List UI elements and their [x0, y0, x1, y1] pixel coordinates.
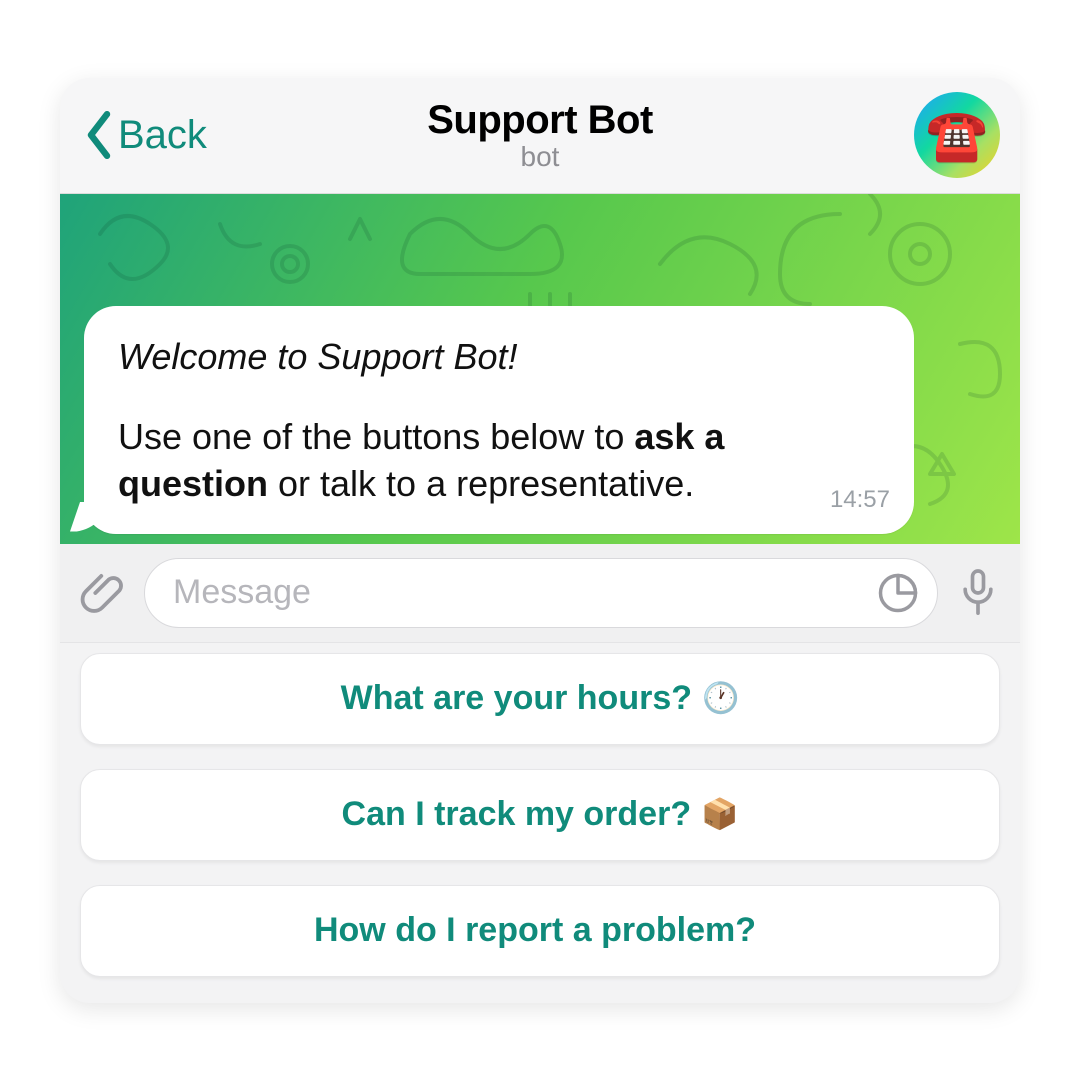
back-button[interactable]: Back	[60, 111, 207, 159]
message-body-prefix: Use one of the buttons below to	[118, 416, 634, 457]
phone-icon: ☎️	[926, 110, 988, 160]
messages-area: Welcome to Support Bot! Use one of the b…	[60, 194, 1020, 544]
chat-header: Back Support Bot bot ☎️	[60, 78, 1020, 194]
bot-message-bubble: Welcome to Support Bot! Use one of the b…	[84, 306, 914, 534]
clock-icon: 🕐	[702, 681, 739, 716]
message-row: Welcome to Support Bot! Use one of the b…	[84, 306, 914, 534]
message-body: Use one of the buttons below to ask a qu…	[118, 414, 880, 508]
attach-button[interactable]	[80, 570, 126, 616]
quick-reply-report-problem[interactable]: How do I report a problem?	[80, 885, 1000, 977]
message-body-suffix: or talk to a representative.	[268, 463, 694, 504]
paperclip-icon	[80, 570, 126, 616]
quick-reply-label: How do I report a problem?	[314, 911, 756, 950]
message-input-container[interactable]	[144, 558, 938, 628]
reply-keyboard: What are your hours? 🕐 Can I track my or…	[60, 643, 1020, 1003]
chevron-left-icon	[84, 111, 114, 159]
chat-window: Back Support Bot bot ☎️	[60, 78, 1020, 1003]
message-input[interactable]	[173, 573, 865, 612]
quick-reply-label: What are your hours?	[341, 679, 692, 718]
message-welcome-line: Welcome to Support Bot!	[118, 336, 880, 378]
quick-reply-track-order[interactable]: Can I track my order? 📦	[80, 769, 1000, 861]
microphone-icon	[956, 567, 1000, 619]
sticker-icon	[877, 572, 919, 614]
quick-reply-label: Can I track my order?	[342, 795, 692, 834]
package-icon: 📦	[701, 797, 738, 832]
avatar[interactable]: ☎️	[914, 92, 1000, 178]
back-label: Back	[118, 113, 207, 158]
voice-button[interactable]	[956, 567, 1000, 619]
composer-bar	[60, 544, 1020, 643]
quick-reply-hours[interactable]: What are your hours? 🕐	[80, 653, 1000, 745]
message-timestamp: 14:57	[830, 486, 890, 514]
sticker-button[interactable]	[877, 572, 919, 614]
